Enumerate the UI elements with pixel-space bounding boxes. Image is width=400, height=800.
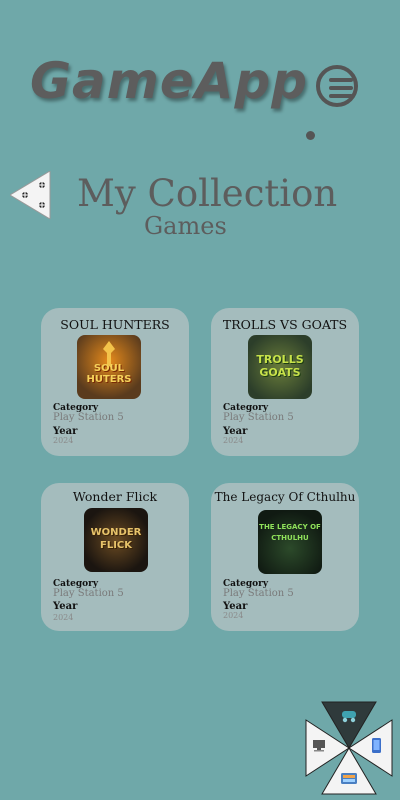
tablet-icon: [341, 773, 357, 784]
year-value: 2024: [53, 613, 74, 622]
game-card[interactable]: Wonder Flick WONDER FLICK Category Play …: [41, 483, 189, 631]
game-title: Wonder Flick: [72, 489, 158, 504]
back-arrow-icon: [9, 170, 51, 220]
category-value: Play Station 5: [53, 588, 124, 599]
category-value: Play Station 5: [223, 588, 294, 599]
year-value: 2024: [223, 611, 244, 620]
game-thumbnail: THE LEGACY OF CTHULHU: [258, 510, 322, 574]
platform-selector-graphic: [305, 701, 393, 795]
game-thumbnail: SOUL HUTERS: [77, 335, 141, 399]
thumbnail-text: TROLLS GOATS: [256, 353, 304, 379]
thumbnail-text: WONDER FLICK: [90, 527, 142, 551]
category-value: Play Station 5: [223, 412, 294, 423]
game-thumbnail: WONDER FLICK: [84, 508, 148, 572]
hamburger-line: [329, 94, 353, 98]
year-value: 2024: [53, 436, 74, 445]
page-title: My Collection: [77, 172, 338, 215]
game-card[interactable]: TROLLS VS GOATS TROLLS GOATS Category Pl…: [211, 308, 359, 456]
thumbnail-text: SOUL HUTERS: [86, 363, 132, 385]
game-title: SOUL HUNTERS: [60, 317, 170, 332]
year-value: 2024: [223, 436, 244, 445]
game-title: The Legacy Of Cthulhu: [214, 490, 356, 504]
platform-selector[interactable]: [304, 700, 394, 796]
page-subtitle: Games: [144, 212, 227, 240]
game-thumbnail: TROLLS GOATS: [248, 335, 312, 399]
phone-icon: [372, 738, 381, 753]
app-logo-text: GameApp: [30, 52, 309, 110]
back-button[interactable]: [9, 170, 52, 220]
year-label: Year: [53, 601, 78, 612]
app-logo[interactable]: GameApp: [30, 52, 315, 140]
game-title: TROLLS VS GOATS: [222, 317, 348, 332]
thumbnail-text: THE LEGACY OF CTHULHU: [259, 523, 321, 542]
logo-dot: [306, 131, 315, 140]
menu-button[interactable]: [316, 65, 358, 107]
hamburger-line: [329, 78, 353, 82]
hamburger-line: [329, 86, 353, 90]
category-value: Play Station 5: [53, 412, 124, 423]
game-card[interactable]: The Legacy Of Cthulhu THE LEGACY OF CTHU…: [211, 483, 359, 631]
game-card[interactable]: SOUL HUNTERS SOUL HUTERS Category Play S…: [41, 308, 189, 456]
